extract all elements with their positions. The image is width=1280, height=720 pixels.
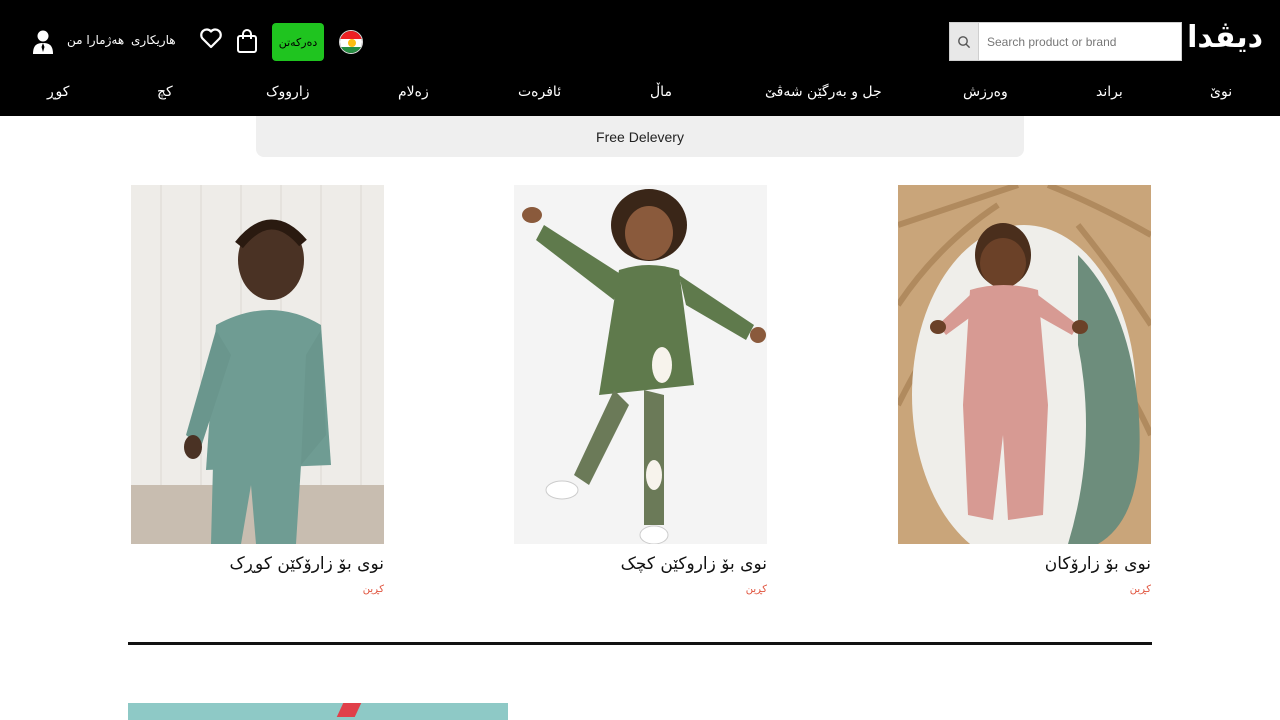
search-input[interactable] (979, 22, 1182, 61)
promo-banner-image[interactable] (128, 703, 508, 720)
nav-item-women[interactable]: ئافرەت (518, 84, 561, 100)
product-title[interactable]: نوی بۆ زارۆکان (898, 554, 1151, 574)
shop-link[interactable]: کڕین (514, 584, 767, 595)
search-button[interactable] (949, 22, 979, 61)
nav-item-men[interactable]: زەلام (398, 84, 429, 100)
nav-item-new[interactable]: نوێ (1210, 84, 1232, 100)
wishlist-heart-icon[interactable] (199, 27, 223, 53)
product-card-baby[interactable]: نوی بۆ زارۆکان کڕین (898, 185, 1151, 595)
free-delivery-banner: Free Delevery (256, 116, 1024, 157)
language-flag-icon[interactable] (339, 30, 363, 54)
section-divider (128, 642, 1152, 645)
nav-item-girls[interactable]: کچ (157, 84, 173, 100)
login-button[interactable]: دەرکەتن (272, 23, 324, 61)
banner-tag-shape (336, 703, 362, 717)
search-icon (958, 35, 971, 48)
help-link[interactable]: هاریکاری (131, 33, 176, 47)
product-card-boys[interactable]: نوی بۆ زارۆکێن کوڕک کڕین (131, 185, 384, 595)
shop-link[interactable]: کڕین (131, 584, 384, 595)
product-card-girls[interactable]: نوی بۆ زاروکێن کچک کڕین (514, 185, 767, 595)
main-navigation: نوێ براند وەرزش جل و بەرگێن شەڤێ ماڵ ئاف… (0, 80, 1280, 110)
my-account-link[interactable]: هەژمارا من (67, 33, 124, 47)
nav-item-nightwear[interactable]: جل و بەرگێن شەڤێ (765, 84, 882, 100)
product-image-girls[interactable] (514, 185, 767, 544)
product-image-baby[interactable] (898, 185, 1151, 544)
search-bar (949, 22, 1182, 61)
shopping-bag-icon[interactable] (236, 28, 258, 58)
product-title[interactable]: نوی بۆ زاروکێن کچک (514, 554, 767, 574)
nav-item-home[interactable]: ماڵ (650, 84, 672, 100)
nav-item-kids[interactable]: زارووک (266, 84, 309, 100)
nav-item-boys[interactable]: کوڕ (47, 84, 69, 100)
shop-link[interactable]: کڕین (898, 584, 1151, 595)
top-header: دیڤدا دەرکەتن هاریکاری هەژمارا من (0, 0, 1280, 116)
nav-item-brands[interactable]: براند (1096, 84, 1123, 100)
nav-item-sport[interactable]: وەرزش (963, 84, 1008, 100)
brand-logo[interactable]: دیڤدا (1187, 20, 1263, 55)
user-account-icon[interactable] (32, 29, 54, 59)
product-title[interactable]: نوی بۆ زارۆکێن کوڕک (131, 554, 384, 574)
product-image-boys[interactable] (131, 185, 384, 544)
